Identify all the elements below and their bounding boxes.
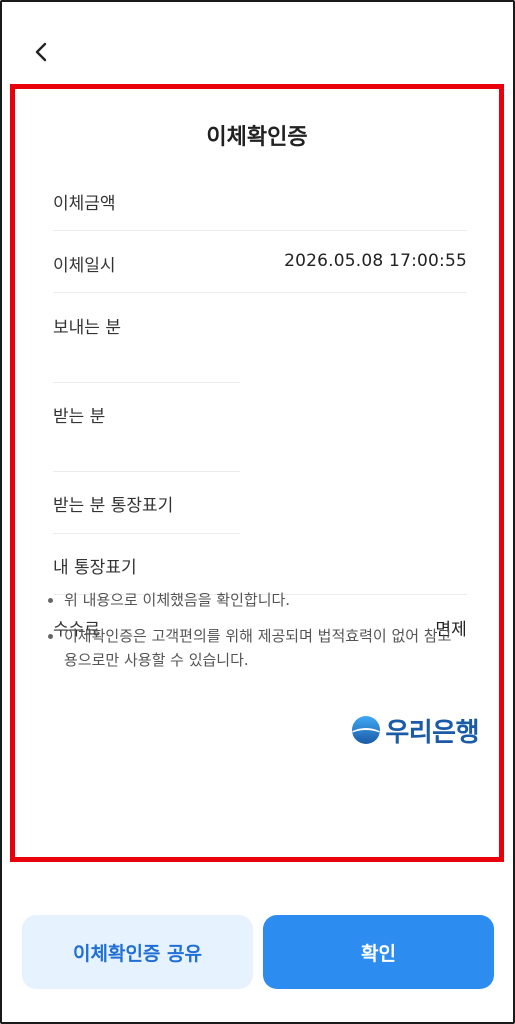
- divider: [53, 292, 467, 293]
- note-text: 위 내용으로 이체했음을 확인합니다.: [64, 591, 291, 609]
- back-button[interactable]: [26, 36, 58, 68]
- receipt-notes: 위 내용으로 이체했음을 확인합니다. 이체확인증은 고객편의를 위해 제공되며…: [48, 588, 460, 684]
- row-label: 받는 분: [53, 407, 106, 427]
- row-transfer-datetime: 이체일시 2026.05.08 17:00:55: [53, 251, 467, 313]
- confirm-button[interactable]: 확인: [263, 915, 494, 989]
- row-sender: 보내는 분: [53, 313, 467, 375]
- note-item: 이체확인증은 고객편의를 위해 제공되며 법적효력이 없어 참고용으로만 사용할…: [48, 624, 460, 672]
- row-label: 이체일시: [53, 256, 116, 276]
- row-label: 보내는 분: [53, 318, 121, 338]
- woori-bank-logo-icon: [352, 716, 381, 744]
- chevron-left-icon: [35, 42, 47, 62]
- divider: [53, 382, 240, 383]
- row-recipient-memo: 받는 분 통장표기: [53, 491, 467, 553]
- top-bar: [0, 0, 515, 80]
- divider: [53, 471, 240, 472]
- bank-logo: 우리은행: [351, 713, 479, 748]
- row-label: 받는 분 통장표기: [53, 496, 174, 516]
- receipt-title: 이체확인증: [206, 125, 308, 150]
- note-text: 이체확인증은 고객편의를 위해 제공되며 법적효력이 없어 참고용으로만 사용할…: [64, 627, 452, 669]
- share-receipt-button[interactable]: 이체확인증 공유: [22, 915, 253, 989]
- note-item: 위 내용으로 이체했음을 확인합니다.: [48, 588, 460, 612]
- row-transfer-amount: 이체금액: [53, 189, 467, 251]
- row-value: 2026.05.08 17:00:55: [284, 251, 467, 271]
- bank-logo-text: 우리은행: [385, 717, 479, 748]
- row-label: 이체금액: [53, 194, 116, 214]
- bullet-icon: [48, 634, 53, 639]
- row-recipient: 받는 분: [53, 402, 467, 464]
- bullet-icon: [48, 598, 53, 603]
- divider: [53, 230, 467, 231]
- divider: [53, 533, 240, 534]
- row-label: 내 통장표기: [53, 558, 137, 578]
